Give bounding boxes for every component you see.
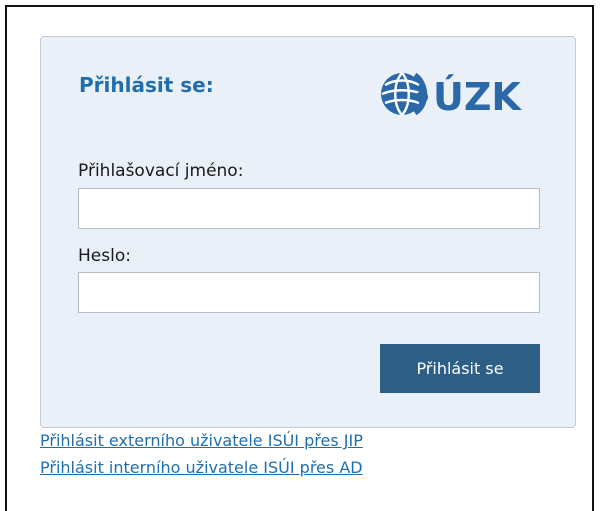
login-title: Přihlásit se: [79, 73, 214, 97]
password-input[interactable] [78, 272, 540, 313]
password-label: Heslo: [78, 246, 131, 266]
cuzk-logo: ÚZK [381, 72, 522, 119]
login-panel: Přihlásit se: ÚZK Přihlašovací jméno: He… [40, 36, 576, 428]
globe-icon [381, 72, 428, 116]
internal-user-ad-link[interactable]: Přihlásit interního uživatele ISÚI přes … [40, 458, 363, 477]
external-user-jip-link[interactable]: Přihlásit externího uživatele ISÚI přes … [40, 431, 363, 450]
login-button[interactable]: Přihlásit se [380, 344, 540, 393]
username-input[interactable] [78, 188, 540, 229]
logo-text: ÚZK [433, 75, 522, 119]
username-label: Přihlašovací jméno: [78, 161, 244, 181]
